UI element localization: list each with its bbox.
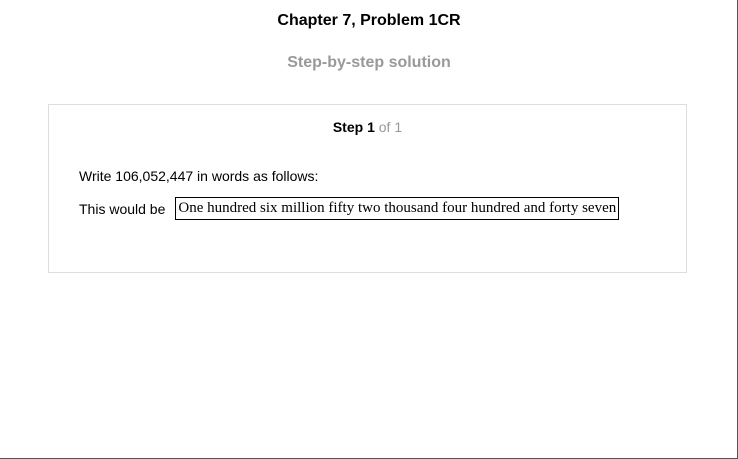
page-title: Chapter 7, Problem 1CR xyxy=(277,12,461,29)
answer-row: This would be One hundred six million fi… xyxy=(79,197,620,220)
answer-box: One hundred six million fifty two thousa… xyxy=(175,197,620,220)
step-label: Step xyxy=(332,119,364,135)
instruction-text: Write 106,052,447 in words as follows: xyxy=(79,168,319,184)
answer-prefix: This would be xyxy=(79,200,166,217)
step-header: Step 1 of 1 xyxy=(49,119,686,135)
step-of-label: of xyxy=(378,119,391,135)
step-number: 1 xyxy=(367,119,375,135)
step-card: Step 1 of 1 Write 106,052,447 in words a… xyxy=(48,104,687,273)
step-total: 1 xyxy=(394,119,403,135)
page-subtitle: Step-by-step solution xyxy=(287,54,451,71)
